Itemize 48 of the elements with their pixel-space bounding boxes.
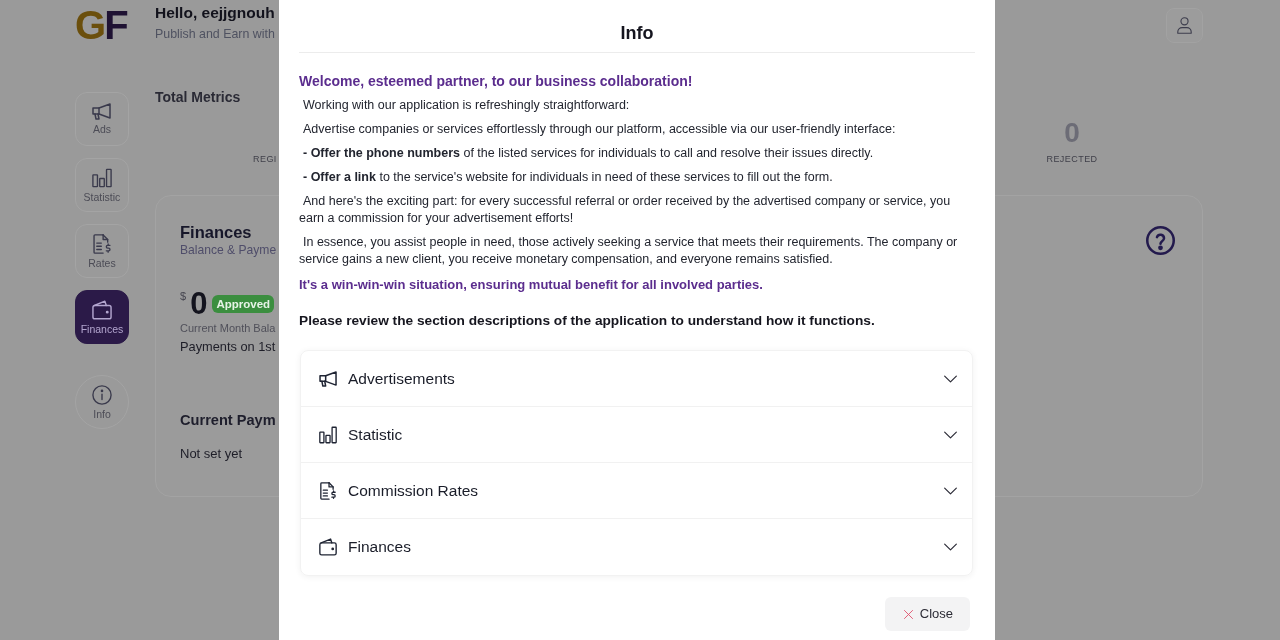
closing-note: It's a win-win-win situation, ensuring mutual benefit for all involved parties. bbox=[299, 276, 764, 294]
payment-method-value: Not set yet bbox=[180, 446, 243, 462]
accordion-header[interactable]: Commission Rates bbox=[301, 463, 972, 519]
accordion-header[interactable]: Statistic bbox=[301, 407, 972, 463]
accordion-header[interactable]: Finances bbox=[301, 519, 972, 575]
accordion-header[interactable]: Advertisements bbox=[301, 351, 972, 407]
wallet-icon bbox=[319, 538, 337, 556]
bar-chart-icon bbox=[92, 167, 112, 188]
user-icon bbox=[1177, 16, 1192, 34]
megaphone-icon bbox=[319, 370, 338, 387]
instruction-text: Please review the section descriptions of the application to understand how it functions. bbox=[299, 312, 876, 330]
close-button[interactable]: Close bbox=[884, 597, 970, 631]
card-title: Finances bbox=[180, 222, 252, 242]
balance-caption: Current Month Bala bbox=[180, 321, 276, 335]
profile-button[interactable] bbox=[1166, 7, 1203, 43]
status-badge: Approved bbox=[212, 295, 275, 313]
balance-amount: 0 bbox=[190, 287, 208, 321]
payout-note: Payments on 1st bbox=[180, 339, 276, 355]
tagline: Publish and Earn with bbox=[155, 25, 275, 42]
section-title: Total Metrics bbox=[155, 88, 241, 106]
greeting-text: Hello, eejjgnouh bbox=[155, 2, 275, 23]
card-section-title: Current Paym bbox=[180, 411, 276, 430]
close-icon bbox=[903, 609, 913, 619]
app-logo: GF bbox=[75, 7, 129, 43]
megaphone-icon bbox=[92, 103, 112, 120]
card-subtitle: Balance & Payme bbox=[180, 242, 277, 258]
info-icon bbox=[92, 384, 112, 405]
metric-label: REGI bbox=[253, 153, 277, 165]
chevron-down-icon bbox=[944, 374, 957, 383]
info-paragraph: In essence, you assist people in need, those actively seeking a service that meets their requirements. The company or service gains a new client, you receive monetary compensation, and everyone remains satisfied. bbox=[299, 233, 959, 268]
info-paragraph: Advertise companies or services effortlessly through our platform, accessible via our user-friendly interface: bbox=[302, 120, 897, 138]
document-dollar-icon bbox=[319, 481, 337, 500]
chevron-down-icon bbox=[944, 543, 957, 551]
chevron-down-icon bbox=[944, 430, 957, 439]
info-paragraph: Working with our application is refreshingly straightforward: bbox=[302, 96, 631, 114]
dialog-title: Info bbox=[620, 22, 654, 45]
help-icon[interactable] bbox=[1146, 226, 1175, 255]
welcome-heading: Welcome, esteemed partner, to our business collaboration! bbox=[299, 72, 694, 91]
sidebar-item[interactable]: Finances bbox=[75, 290, 129, 344]
info-paragraph: - Offer the phone numbers of the listed services for individuals to call and resolve their issues directly. bbox=[302, 144, 875, 162]
info-paragraph: And here's the exciting part: for every successful referral or order received by the advertised company or service, you earn a commission for your advertisement efforts! bbox=[299, 192, 952, 227]
info-paragraph: - Offer a link to the service's website for individuals in need of these services to fill out the form. bbox=[302, 168, 834, 186]
document-dollar-icon bbox=[92, 233, 112, 254]
metric-label: REJECTED bbox=[1046, 153, 1098, 165]
wallet-icon bbox=[92, 299, 112, 320]
currency-symbol: $ bbox=[180, 289, 187, 303]
chevron-down-icon bbox=[944, 486, 957, 495]
bar-chart-icon bbox=[319, 425, 337, 444]
